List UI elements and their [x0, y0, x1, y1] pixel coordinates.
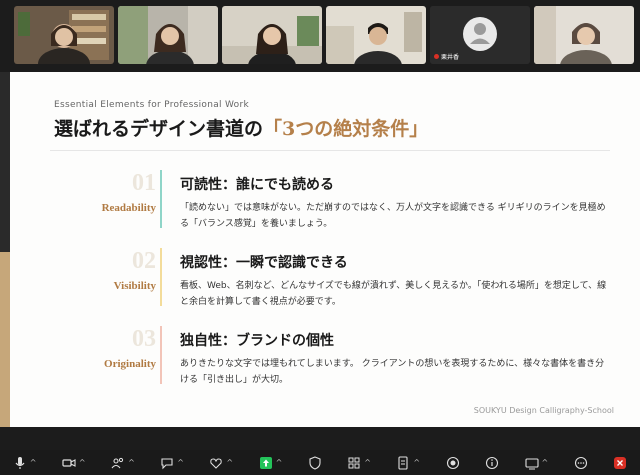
- participants-button[interactable]: ^: [111, 456, 135, 470]
- section-description: ありきたりな文字では埋もれてしまいます。 クライアントの想いを表現するために、様…: [180, 359, 605, 385]
- chevron-up-icon[interactable]: ^: [226, 458, 233, 467]
- notes-icon: [398, 455, 408, 470]
- condition-section-readability: 01 Readability 可読性：誰にでも読める 「読めない」では意味がない…: [10, 170, 640, 240]
- microphone-button[interactable]: ^: [13, 456, 37, 470]
- participant-tile[interactable]: [118, 6, 218, 64]
- section-accent-bar: [160, 326, 162, 384]
- participant-strip: 栗井香: [0, 6, 640, 66]
- view-button[interactable]: ^: [524, 456, 549, 470]
- reactions-icon: [210, 457, 223, 469]
- chevron-up-icon[interactable]: ^: [128, 458, 135, 467]
- leave-icon: [614, 456, 627, 469]
- chat-button[interactable]: ^: [160, 456, 184, 470]
- section-accent-bar: [160, 248, 162, 306]
- slide-title: 選ばれるデザイン書道の「3つの絶対条件」: [54, 114, 428, 141]
- info-icon: [485, 456, 499, 469]
- chevron-up-icon[interactable]: ^: [364, 458, 371, 467]
- section-label: Readability: [101, 202, 156, 214]
- participant-name: 栗井香: [434, 52, 459, 61]
- chevron-up-icon[interactable]: ^: [276, 458, 283, 467]
- shared-slide: Essential Elements for Professional Work…: [10, 72, 640, 427]
- apps-button[interactable]: ^: [347, 456, 371, 470]
- share-screen-button[interactable]: ^: [259, 456, 283, 470]
- leave-button[interactable]: [613, 456, 627, 470]
- section-description: 「読めない」では意味がない。ただ崩すのではなく、万人が文字を認識できる ギリギリ…: [180, 203, 606, 229]
- chevron-up-icon[interactable]: ^: [30, 458, 37, 467]
- record-button[interactable]: [446, 456, 460, 470]
- share-screen-icon: [259, 456, 272, 469]
- chevron-up-icon[interactable]: ^: [79, 458, 86, 467]
- apps-icon: [348, 457, 360, 468]
- section-accent-bar: [160, 170, 162, 228]
- condition-section-originality: 03 Originality 独自性：ブランドの個性 ありきたりな文字では埋もれ…: [10, 326, 640, 396]
- participant-tile[interactable]: [534, 6, 634, 64]
- security-button[interactable]: [308, 455, 322, 470]
- slide-subtitle: Essential Elements for Professional Work: [54, 100, 249, 110]
- reactions-button[interactable]: ^: [209, 456, 233, 470]
- microphone-icon: [15, 456, 25, 469]
- muted-icon: [434, 54, 439, 59]
- participant-name-label: 栗井香: [441, 54, 460, 61]
- security-icon: [309, 455, 321, 470]
- participant-video: [222, 6, 322, 64]
- camera-icon: [62, 458, 76, 467]
- camera-button[interactable]: ^: [62, 456, 86, 470]
- condition-section-visibility: 02 Visibility 視認性：一瞬で認識できる 看板、Web、名刺など、ど…: [10, 248, 640, 318]
- section-title: 可読性：誰にでも読める: [180, 177, 334, 193]
- section-description: 看板、Web、名刺など、どんなサイズでも線が潰れず、美しく見えるか。「使われる場…: [180, 281, 607, 307]
- chat-icon: [161, 457, 173, 469]
- section-label: Visibility: [113, 280, 156, 292]
- participant-tile[interactable]: [14, 6, 114, 64]
- meeting-toolbar: ^ ^ ^ ^ ^ ^ ^ ^ ^: [0, 450, 640, 475]
- chevron-up-icon[interactable]: ^: [413, 458, 420, 467]
- section-title: 視認性：一瞬で認識できる: [180, 255, 348, 271]
- participant-video: [326, 6, 426, 64]
- participant-video: [14, 6, 114, 64]
- participant-tile[interactable]: [222, 6, 322, 64]
- participant-video: [534, 6, 634, 64]
- chevron-up-icon[interactable]: ^: [542, 458, 549, 467]
- slide-edge-gold: [0, 252, 10, 427]
- section-label: Originality: [104, 358, 156, 370]
- participant-tile[interactable]: [326, 6, 426, 64]
- participant-video: [118, 6, 218, 64]
- slide-title-main: 選ばれるデザイン書道の: [54, 118, 264, 140]
- section-title: 独自性：ブランドの個性: [180, 333, 334, 349]
- participants-icon: [111, 457, 124, 468]
- more-button[interactable]: [574, 456, 588, 470]
- record-icon: [446, 456, 459, 469]
- section-number: 01: [132, 170, 156, 196]
- chevron-up-icon[interactable]: ^: [177, 458, 184, 467]
- section-number: 03: [132, 326, 156, 352]
- info-button[interactable]: [485, 456, 499, 470]
- slide-edge-dark: [0, 72, 10, 252]
- slide-title-accent: 「3つの絶対条件」: [263, 118, 429, 140]
- participant-tile[interactable]: 栗井香: [430, 6, 530, 64]
- title-divider: [50, 150, 610, 151]
- slide-footer-brand: SOUKYU Design Calligraphy-School: [473, 406, 614, 415]
- view-icon: [524, 457, 539, 469]
- notes-button[interactable]: ^: [396, 455, 420, 470]
- more-icon: [574, 456, 587, 469]
- section-number: 02: [132, 248, 156, 274]
